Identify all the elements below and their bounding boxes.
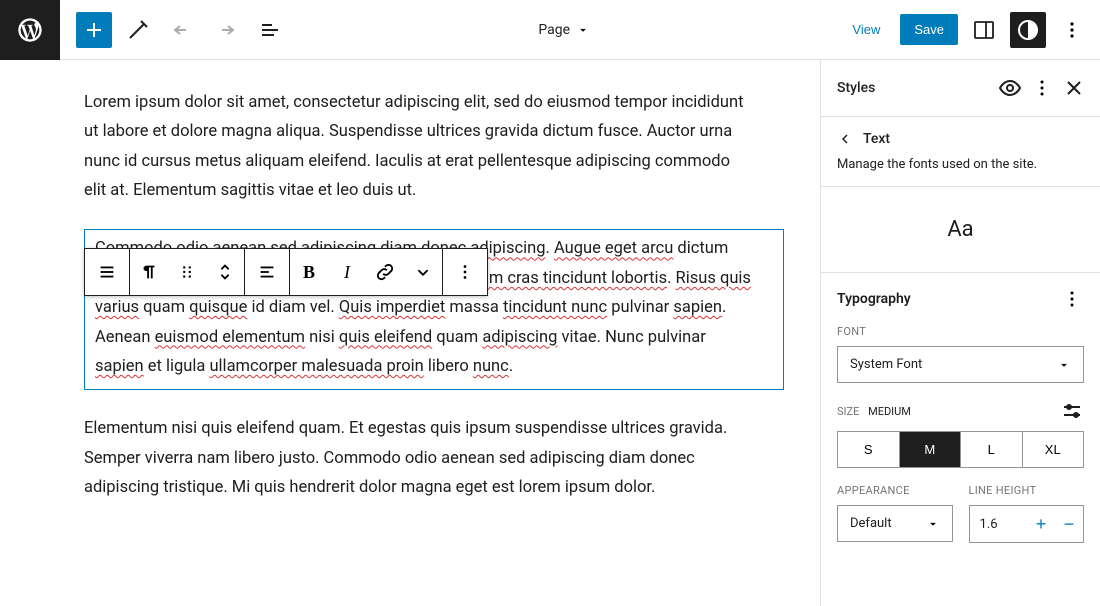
size-button-m[interactable]: M <box>900 432 962 467</box>
document-type-selector[interactable]: Page <box>288 22 840 38</box>
line-height-value: 1.6 <box>970 517 1028 532</box>
italic-button[interactable]: I <box>328 249 366 295</box>
appearance-label: APPEARANCE <box>837 484 953 497</box>
block-type-button[interactable] <box>85 249 129 295</box>
close-sidebar-button[interactable] <box>1060 74 1088 102</box>
paragraph-block[interactable]: Lorem ipsum dolor sit amet, consectetur … <box>84 88 744 205</box>
wordpress-logo[interactable] <box>0 0 60 60</box>
document-overview-button[interactable] <box>252 12 288 48</box>
font-preview: Aa <box>821 187 1100 273</box>
redo-button[interactable] <box>208 12 244 48</box>
bold-button[interactable]: B <box>290 249 328 295</box>
size-settings-button[interactable] <box>1060 399 1084 423</box>
line-height-decrement[interactable]: − <box>1055 506 1083 542</box>
sidebar-title: Styles <box>837 80 875 96</box>
size-button-s[interactable]: S <box>838 432 900 467</box>
doc-type-label: Page <box>538 22 570 38</box>
size-active-label: MEDIUM <box>868 405 911 418</box>
font-value: System Font <box>850 357 922 372</box>
font-select[interactable]: System Font <box>837 346 1084 383</box>
size-button-xl[interactable]: XL <box>1023 432 1084 467</box>
size-button-group: SMLXL <box>837 431 1084 468</box>
size-label: SIZE <box>837 405 859 418</box>
appearance-select[interactable]: Default <box>837 505 953 542</box>
style-book-button[interactable] <box>996 74 1024 102</box>
block-toolbar: B I <box>84 248 488 296</box>
tools-button[interactable] <box>120 12 156 48</box>
chevron-down-icon <box>1057 358 1071 372</box>
more-formatting-button[interactable] <box>404 249 442 295</box>
undo-button[interactable] <box>164 12 200 48</box>
block-more-options-button[interactable] <box>443 249 487 295</box>
settings-sidebar-button[interactable] <box>966 12 1002 48</box>
link-button[interactable] <box>366 249 404 295</box>
top-toolbar: Page View Save <box>0 0 1100 60</box>
back-label: Text <box>863 131 890 147</box>
section-description: Manage the fonts used on the site. <box>837 157 1084 172</box>
view-button[interactable]: View <box>840 14 892 45</box>
save-button[interactable]: Save <box>900 14 958 45</box>
paragraph-transform-button[interactable] <box>130 249 168 295</box>
font-field-label: FONT <box>837 325 1084 338</box>
size-button-l[interactable]: L <box>961 432 1023 467</box>
more-options-button[interactable] <box>1054 12 1090 48</box>
typography-options-button[interactable] <box>1060 287 1084 311</box>
styles-sidebar: Styles Text Manage the fonts used on the… <box>820 60 1100 606</box>
line-height-stepper: 1.6 + − <box>969 505 1085 543</box>
typography-title: Typography <box>837 291 911 307</box>
paragraph-block[interactable]: Elementum nisi quis eleifend quam. Et eg… <box>84 414 744 502</box>
line-height-label: LINE HEIGHT <box>969 484 1085 497</box>
chevron-left-icon <box>837 131 853 147</box>
appearance-value: Default <box>850 516 892 531</box>
chevron-down-icon <box>576 23 590 37</box>
align-button[interactable] <box>245 249 289 295</box>
styles-more-button[interactable] <box>1028 74 1056 102</box>
drag-handle[interactable] <box>168 249 206 295</box>
back-to-typography[interactable]: Text <box>837 131 1084 147</box>
line-height-increment[interactable]: + <box>1027 506 1055 542</box>
move-updown-button[interactable] <box>206 249 244 295</box>
editor-canvas[interactable]: Lorem ipsum dolor sit amet, consectetur … <box>0 60 820 606</box>
add-block-button[interactable] <box>76 12 112 48</box>
styles-sidebar-button[interactable] <box>1010 12 1046 48</box>
chevron-down-icon <box>926 517 940 531</box>
